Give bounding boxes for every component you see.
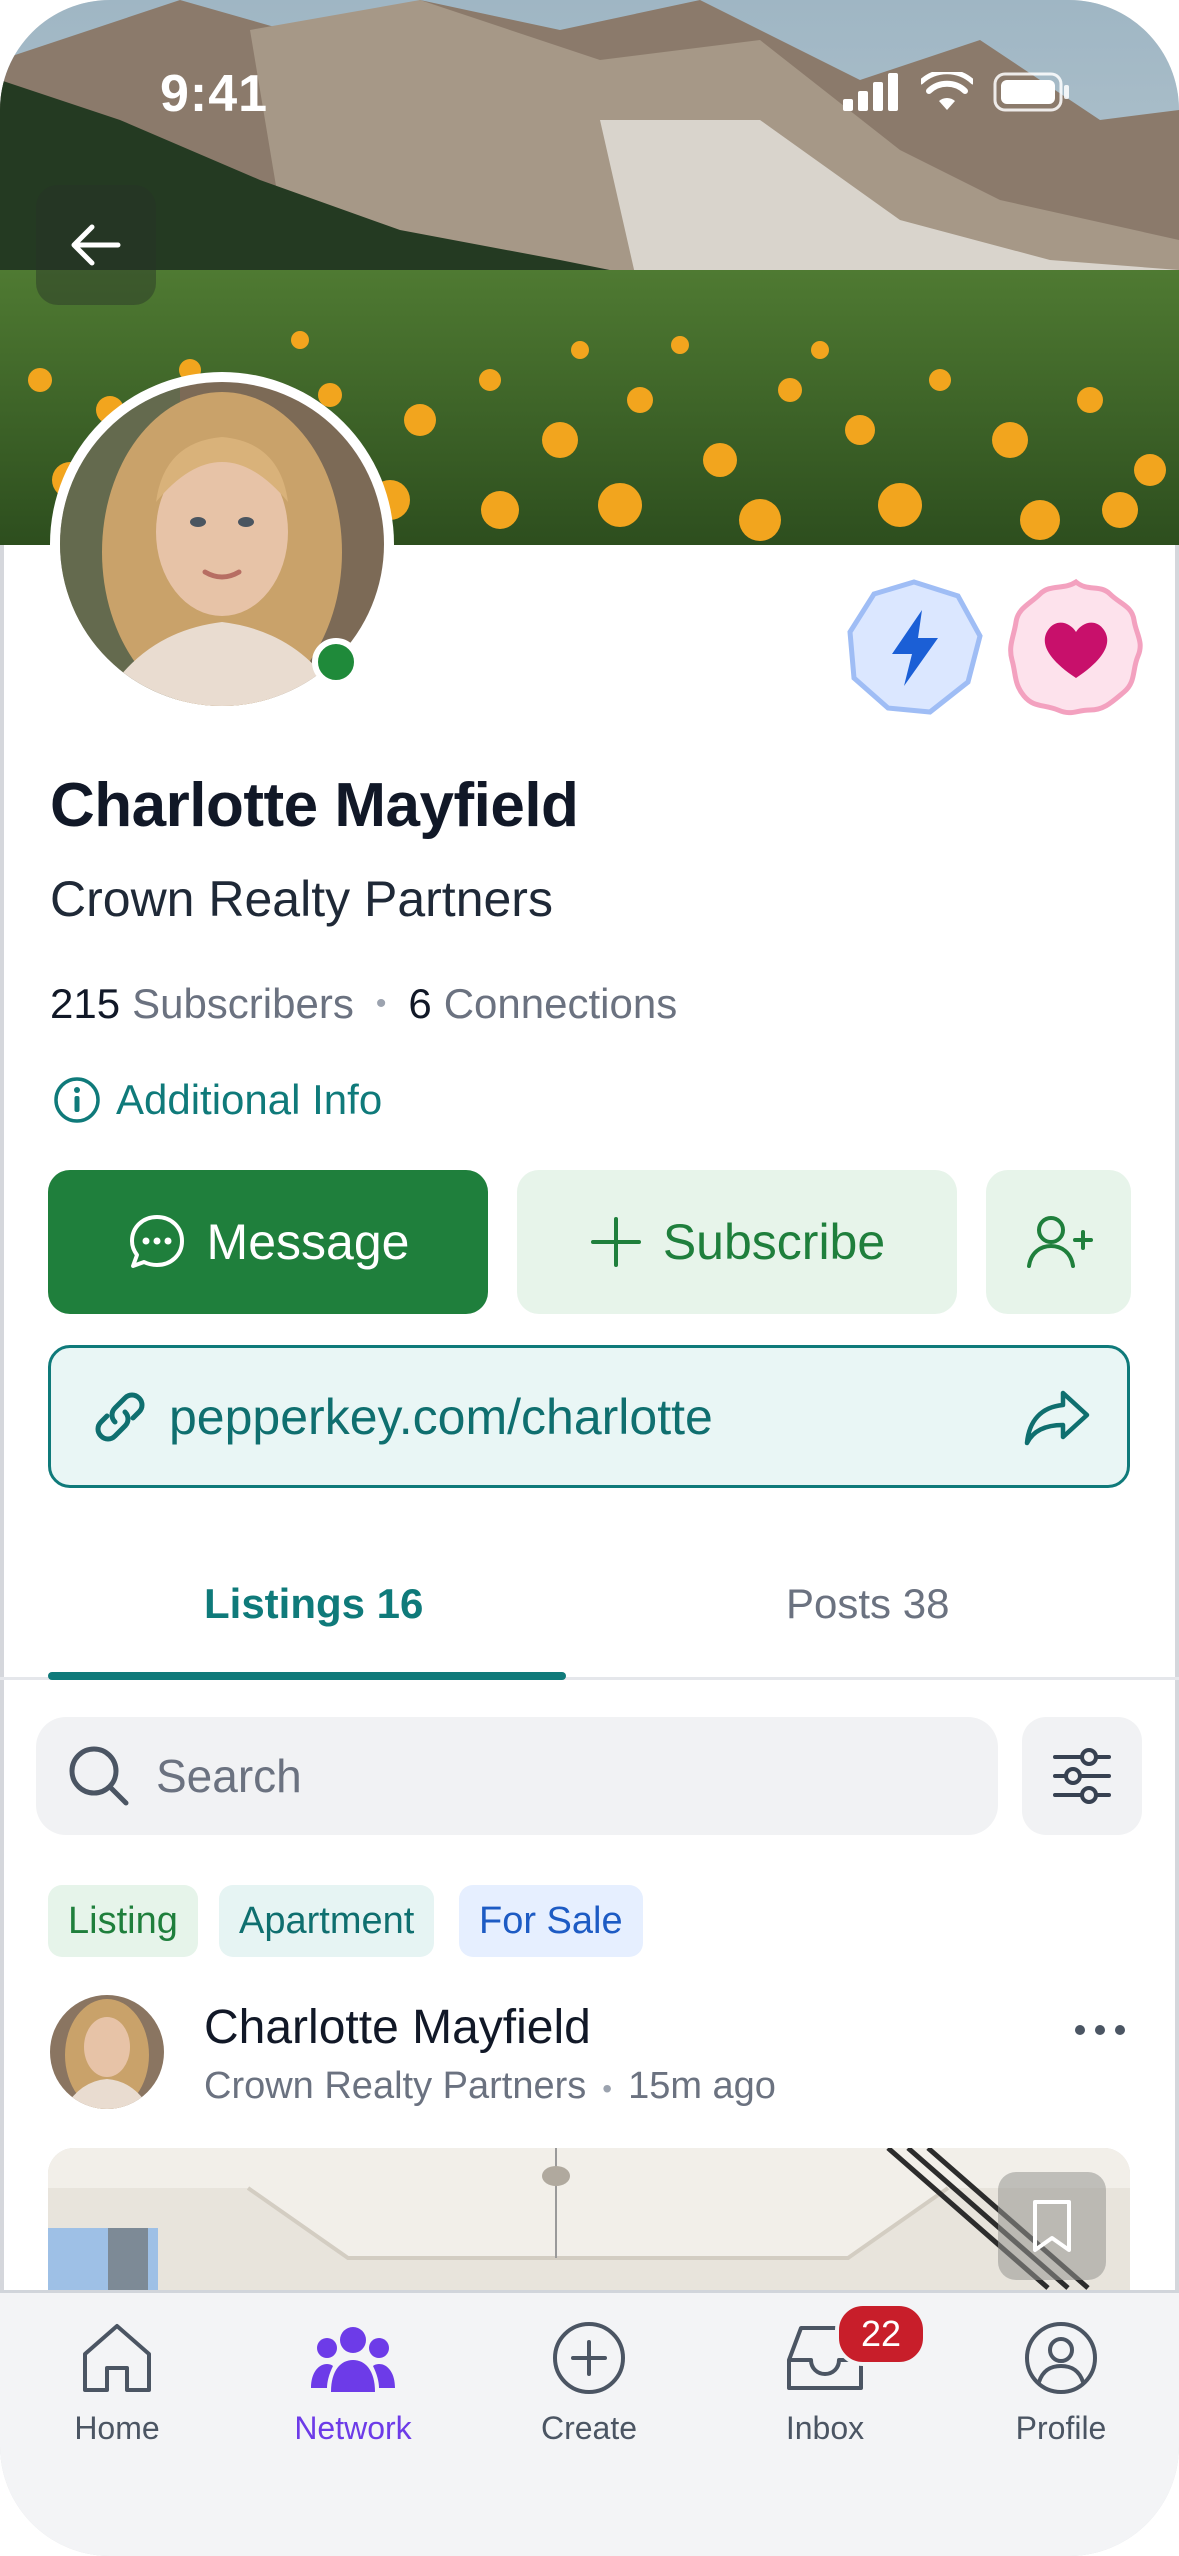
bookmark-button[interactable] bbox=[998, 2172, 1106, 2280]
status-time: 9:41 bbox=[160, 65, 269, 123]
status-bar: 9:41 bbox=[0, 60, 1179, 130]
profile-link-url: pepperkey.com/charlotte bbox=[169, 1388, 713, 1445]
content-tabs: Listings 16 Posts 38 bbox=[0, 1560, 1179, 1680]
search-placeholder: Search bbox=[156, 1750, 302, 1802]
filter-chip-listing[interactable]: Listing bbox=[48, 1885, 198, 1957]
arrow-left-icon bbox=[71, 224, 121, 266]
lightning-icon bbox=[847, 579, 983, 715]
nav-create[interactable]: Create bbox=[489, 2318, 689, 2447]
phone-screen: 9:41 Charlotte Mayfield Crown Realty Par… bbox=[0, 0, 1179, 2556]
subscribe-label: Subscribe bbox=[662, 1214, 886, 1270]
plus-icon bbox=[590, 1217, 641, 1267]
post-author-name[interactable]: Charlotte Mayfield bbox=[204, 2000, 591, 2055]
wifi-icon bbox=[921, 72, 973, 110]
heart-icon bbox=[1008, 578, 1143, 716]
post-meta: Crown Realty Partners • 15m ago bbox=[204, 2065, 776, 2108]
tab-listings[interactable]: Listings 16 bbox=[204, 1580, 423, 1628]
separator-dot: • bbox=[375, 987, 387, 1020]
search-input[interactable]: Search bbox=[36, 1717, 998, 1835]
filter-button[interactable] bbox=[1022, 1717, 1142, 1835]
nav-home-label: Home bbox=[74, 2410, 160, 2446]
bookmark-icon bbox=[1033, 2200, 1071, 2252]
home-icon bbox=[83, 2324, 151, 2392]
filter-chip-apartment[interactable]: Apartment bbox=[219, 1885, 435, 1957]
connections-label[interactable]: Connections bbox=[444, 980, 677, 1028]
plus-circle-icon bbox=[553, 2322, 625, 2394]
message-button[interactable]: Message bbox=[48, 1170, 488, 1314]
subscribers-label[interactable]: Subscribers bbox=[132, 980, 354, 1028]
additional-info-label: Additional Info bbox=[116, 1076, 383, 1123]
profile-name: Charlotte Mayfield bbox=[50, 771, 579, 840]
heart-badge[interactable] bbox=[1006, 578, 1146, 718]
filter-chip-for-sale[interactable]: For Sale bbox=[459, 1885, 643, 1957]
dot bbox=[1075, 2025, 1085, 2035]
nav-network[interactable]: Network bbox=[253, 2318, 453, 2447]
dot bbox=[1115, 2025, 1125, 2035]
profile-stats: 215 Subscribers • 6 Connections bbox=[50, 980, 677, 1028]
share-icon[interactable] bbox=[1023, 1387, 1091, 1447]
active-tab-indicator bbox=[48, 1672, 566, 1680]
subscribers-count: 215 bbox=[50, 980, 121, 1027]
profile-company: Crown Realty Partners bbox=[50, 871, 553, 927]
cellular-signal-icon bbox=[843, 73, 898, 111]
sliders-icon bbox=[1053, 1748, 1111, 1804]
battery-icon bbox=[993, 72, 1069, 112]
nav-profile[interactable]: Profile bbox=[961, 2318, 1161, 2447]
inbox-badge: 22 bbox=[835, 2302, 927, 2366]
nav-inbox-label: Inbox bbox=[785, 2410, 865, 2446]
message-label: Message bbox=[206, 1214, 410, 1270]
user-plus-icon bbox=[1026, 1216, 1093, 1268]
bottom-navigation: Home Network Create 22 Inbox Profile bbox=[0, 2290, 1179, 2556]
more-options-button[interactable] bbox=[1060, 2005, 1140, 2055]
connections-count: 6 bbox=[408, 980, 432, 1027]
nav-profile-label: Profile bbox=[1015, 2410, 1107, 2446]
subscribe-button[interactable]: Subscribe bbox=[517, 1170, 957, 1314]
dot bbox=[1095, 2025, 1105, 2035]
back-button[interactable] bbox=[36, 185, 156, 305]
additional-info-link[interactable]: Additional Info bbox=[52, 1075, 382, 1125]
post-author-avatar[interactable] bbox=[50, 1995, 164, 2109]
nav-inbox[interactable]: 22 Inbox bbox=[725, 2302, 927, 2447]
add-connection-button[interactable] bbox=[986, 1170, 1131, 1314]
separator-dot: • bbox=[602, 2073, 613, 2104]
user-circle-icon bbox=[1025, 2322, 1097, 2394]
online-status-dot bbox=[312, 638, 360, 686]
nav-network-label: Network bbox=[294, 2410, 412, 2446]
profile-link-box[interactable]: pepperkey.com/charlotte bbox=[48, 1345, 1130, 1488]
search-icon bbox=[69, 1746, 129, 1806]
post-time: 15m ago bbox=[628, 2065, 776, 2107]
link-icon bbox=[95, 1392, 145, 1441]
tab-posts[interactable]: Posts 38 bbox=[786, 1580, 949, 1628]
nav-home[interactable]: Home bbox=[17, 2318, 217, 2447]
post-author-company: Crown Realty Partners bbox=[204, 2065, 587, 2107]
chat-bubble-icon bbox=[129, 1215, 184, 1268]
info-icon bbox=[54, 1077, 100, 1123]
lightning-badge[interactable] bbox=[844, 578, 984, 718]
nav-create-label: Create bbox=[540, 2410, 638, 2446]
people-icon bbox=[311, 2327, 395, 2392]
